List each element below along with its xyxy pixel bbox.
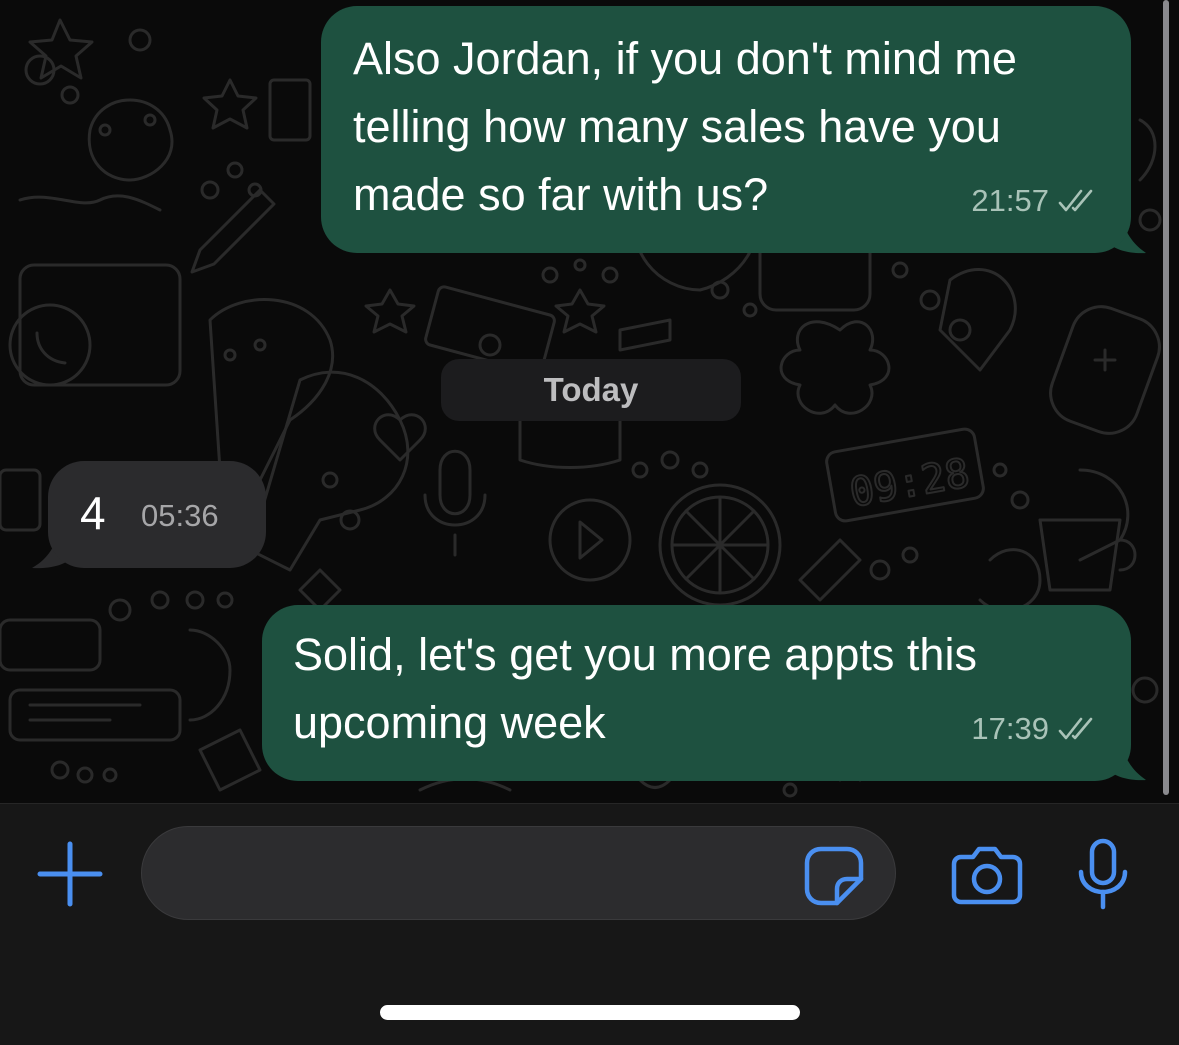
svg-text:09:28: 09:28 xyxy=(846,450,973,516)
chat-area[interactable]: 09:28 Also Jordan, if you don't mind me … xyxy=(0,0,1179,803)
plus-icon[interactable] xyxy=(36,840,104,908)
date-separator: Today xyxy=(441,359,741,421)
message-time: 17:39 xyxy=(971,711,1049,746)
message-time: 21:57 xyxy=(971,183,1049,218)
microphone-icon[interactable] xyxy=(1075,838,1131,910)
home-indicator[interactable] xyxy=(380,1005,800,1020)
message-input[interactable] xyxy=(141,826,896,920)
message-meta: 05:36 xyxy=(141,482,219,550)
scroll-indicator[interactable] xyxy=(1163,0,1169,795)
sticker-icon[interactable] xyxy=(803,845,865,907)
message-text: Also Jordan, if you don't mind me xyxy=(353,33,1017,84)
outgoing-message[interactable]: Solid, let's get you more appts this upc… xyxy=(262,605,1131,781)
double-check-icon xyxy=(1058,189,1093,212)
message-meta: 17:39 xyxy=(971,695,1099,763)
message-text: telling how many sales have you xyxy=(353,101,1001,152)
incoming-message[interactable]: 4 05:36 xyxy=(48,461,266,568)
camera-icon[interactable] xyxy=(951,845,1023,905)
outgoing-message[interactable]: Also Jordan, if you don't mind me tellin… xyxy=(321,6,1131,253)
double-check-icon xyxy=(1058,717,1093,740)
message-meta: 21:57 xyxy=(971,167,1099,235)
message-time: 05:36 xyxy=(141,498,219,533)
message-text: Solid, let's get you more appts this xyxy=(293,629,977,680)
